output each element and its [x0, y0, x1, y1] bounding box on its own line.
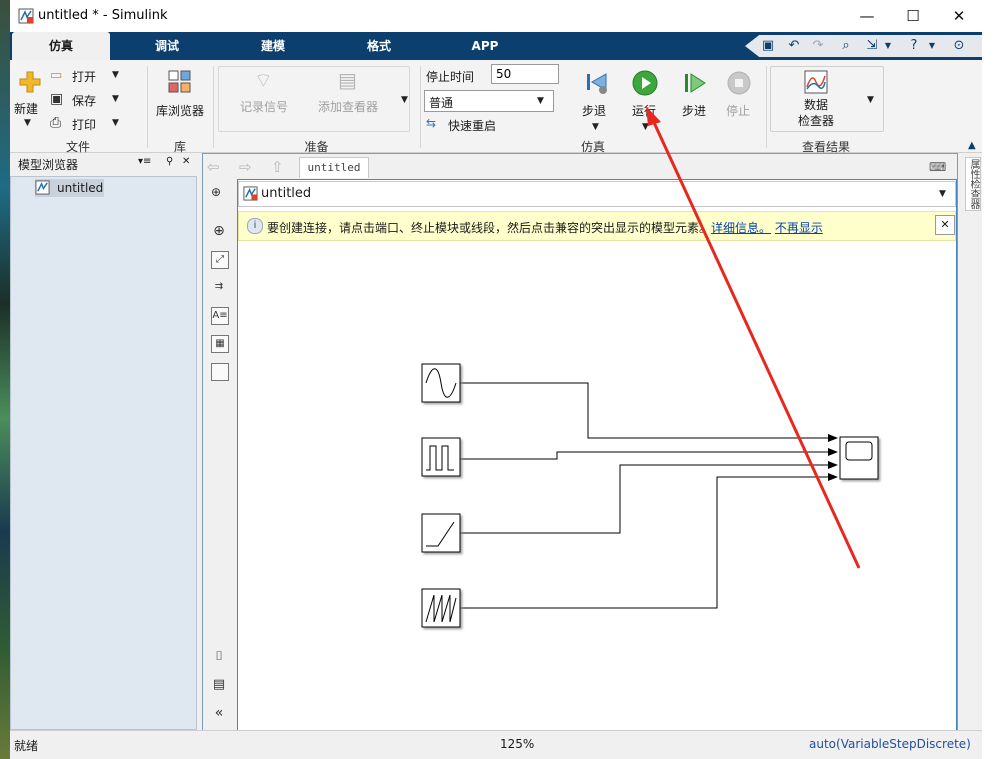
solver-link[interactable]: auto(VariableStepDiscrete)	[809, 737, 971, 751]
status-ready: 就绪	[14, 739, 39, 753]
desktop-background-right	[982, 0, 996, 759]
annotation-arrow	[646, 106, 861, 569]
zoom-level: 125%	[500, 737, 535, 751]
simulink-window: untitled * - Simulink — ☐ ✕ 仿真 调试 建模 格式 …	[10, 0, 982, 759]
desktop-background-left	[0, 0, 10, 759]
status-bar: 就绪 125% auto(VariableStepDiscrete)	[10, 730, 982, 759]
